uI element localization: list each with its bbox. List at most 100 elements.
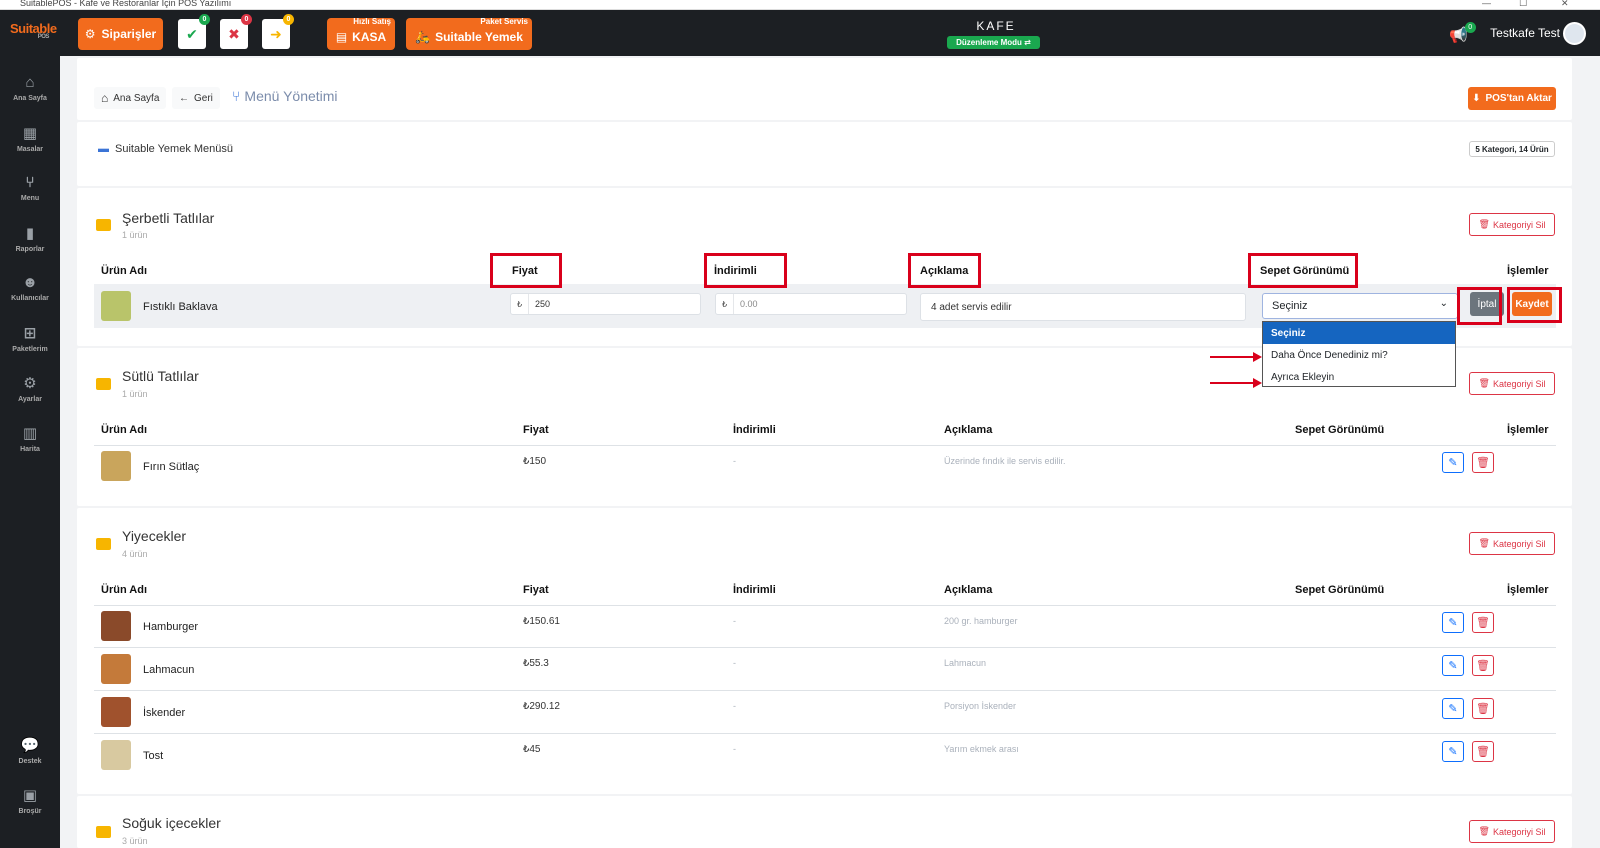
approved-orders-button[interactable]: ✔ 0 <box>178 14 210 49</box>
table-icon: ▦ <box>22 125 38 142</box>
dropdown-option[interactable]: Seçiniz <box>1263 322 1455 344</box>
avatar[interactable] <box>1563 22 1586 45</box>
cancelled-count-badge: 0 <box>241 14 252 25</box>
product-price: ₺45 <box>523 744 541 755</box>
product-price: ₺150.61 <box>523 616 560 627</box>
delivery-button[interactable]: Paket Servis 🛵 Suitable Yemek <box>406 17 532 50</box>
minimize-icon[interactable]: — <box>1482 0 1491 8</box>
home-icon: ⌂ <box>101 91 109 105</box>
megaphone-icon[interactable]: 📢 0 <box>1449 22 1476 44</box>
edit-button[interactable]: ✎ <box>1442 452 1464 473</box>
product-description: Üzerinde fındık ile servis edilir. <box>944 456 1066 466</box>
edit-button[interactable]: ✎ <box>1442 741 1464 762</box>
sidebar-item-tables[interactable]: ▦ Masalar <box>0 124 60 153</box>
col-price: Fiyat <box>523 584 549 596</box>
product-name: Fırın Sütlaç <box>143 461 200 473</box>
venue-name: KAFE <box>976 19 1016 33</box>
product-name: İskender <box>143 707 186 719</box>
store-icon: ▬ <box>98 143 109 155</box>
map-icon: ▥ <box>22 425 38 442</box>
arrow-left-icon: ← <box>179 92 189 104</box>
delete-button[interactable]: 🗑 <box>1472 698 1494 719</box>
trash-icon: 🗑 <box>1478 826 1490 836</box>
gears-icon: ⚙ <box>23 375 37 392</box>
product-description: 200 gr. hamburger <box>944 616 1018 626</box>
col-description: Açıklama <box>944 424 993 436</box>
description-input[interactable]: 4 adet servis edilir <box>920 293 1246 321</box>
product-price: ₺290.12 <box>523 701 560 712</box>
sidebar-item-reports[interactable]: ▮ Raporlar <box>0 224 60 253</box>
discounted-price-input[interactable]: ₺ 0.00 <box>715 293 907 315</box>
trash-icon: 🗑 <box>1476 617 1490 629</box>
product-name: Hamburger <box>143 621 199 633</box>
col-name: Ürün Adı <box>101 265 148 277</box>
cutlery-icon: ⑂ <box>232 88 241 104</box>
basket-view-select[interactable]: Seçiniz ⌄ <box>1262 293 1458 319</box>
sidebar-item-menu[interactable]: ⑂ Menu <box>0 174 60 202</box>
pos-transfer-button[interactable]: ⬇ POS'tan Aktar <box>1468 87 1556 110</box>
delete-category-button[interactable]: 🗑 Kategoriyi Sil <box>1469 820 1555 843</box>
delete-category-button[interactable]: 🗑 Kategoriyi Sil <box>1469 213 1555 236</box>
price-input[interactable]: ₺ 250 <box>510 293 701 315</box>
users-icon: ☻ <box>22 274 38 291</box>
user-name[interactable]: Testkafe Test <box>1490 26 1560 40</box>
sidebar-item-brochure[interactable]: ▣ Broşür <box>0 786 60 815</box>
annotation-box <box>1248 253 1358 288</box>
sidebar-item-users[interactable]: ☻ Kullanıcılar <box>0 274 60 302</box>
category-title: Şerbetli Tatlılar <box>122 210 215 226</box>
dropdown-option[interactable]: Ayrıca Ekleyin <box>1263 366 1455 388</box>
home-icon: ⌂ <box>25 74 35 91</box>
quick-sale-button[interactable]: Hızlı Satış ▤ KASA <box>327 17 395 50</box>
sidebar-item-settings[interactable]: ⚙ Ayarlar <box>0 374 60 403</box>
sidebar-item-home[interactable]: ⌂ Ana Sayfa <box>0 74 60 102</box>
trash-icon: 🗑 <box>1476 746 1490 758</box>
annotation-arrow <box>1210 352 1262 362</box>
product-discounted: - <box>733 456 736 466</box>
orders-button[interactable]: ⚙ Siparişler <box>78 18 163 50</box>
trash-icon: 🗑 <box>1478 538 1490 548</box>
category-title: Soğuk içecekler <box>122 815 221 831</box>
col-discounted: İndirimli <box>733 584 776 596</box>
category-count: 1 ürün <box>122 230 148 240</box>
product-discounted: - <box>733 616 736 626</box>
cancelled-orders-button[interactable]: ✖ 0 <box>220 14 252 49</box>
cash-register-icon: ▤ <box>335 30 348 44</box>
maximize-icon[interactable]: ☐ <box>1519 0 1527 8</box>
col-actions: İşlemler <box>1507 424 1549 436</box>
sidebar-item-map[interactable]: ▥ Harita <box>0 424 60 453</box>
close-icon[interactable]: ✕ <box>1561 0 1569 8</box>
report-icon: ▮ <box>25 225 35 242</box>
summary-badge: 5 Kategori, 14 Ürün <box>1469 141 1555 157</box>
edit-button[interactable]: ✎ <box>1442 698 1464 719</box>
delete-button[interactable]: 🗑 <box>1472 452 1494 473</box>
product-discounted: - <box>733 744 736 754</box>
back-button[interactable]: ← Geri <box>172 87 220 109</box>
sidebar-item-support[interactable]: 💬 Destek <box>0 736 60 765</box>
sidebar-item-packages[interactable]: ⊞ Paketlerim <box>0 324 60 353</box>
delete-button[interactable]: 🗑 <box>1472 655 1494 676</box>
delete-button[interactable]: 🗑 <box>1472 741 1494 762</box>
edit-mode-toggle[interactable]: Düzenleme Modu ⇄ <box>947 36 1040 49</box>
col-discounted: İndirimli <box>733 424 776 436</box>
pending-orders-button[interactable]: ➜ 0 <box>262 14 294 49</box>
product-description: Porsiyon İskender <box>944 701 1017 711</box>
col-basket-view: Sepet Görünümü <box>1295 424 1385 436</box>
divider <box>94 733 1556 734</box>
dropdown-option[interactable]: Daha Önce Denediniz mi? <box>1263 344 1455 366</box>
chat-icon: 💬 <box>20 737 40 754</box>
product-image <box>101 291 131 321</box>
app-logo[interactable]: Suitable POS <box>10 21 57 40</box>
category-title: Yiyecekler <box>122 528 187 544</box>
product-image <box>101 697 131 727</box>
edit-button[interactable]: ✎ <box>1442 612 1464 633</box>
category-title: Sütlü Tatlılar <box>122 368 199 384</box>
breadcrumb-home[interactable]: ⌂ Ana Sayfa <box>94 87 167 109</box>
annotation-arrow <box>1210 378 1262 388</box>
edit-icon: ✎ <box>1448 617 1458 629</box>
delete-button[interactable]: 🗑 <box>1472 612 1494 633</box>
delete-category-button[interactable]: 🗑 Kategoriyi Sil <box>1469 372 1555 395</box>
folder-icon <box>96 219 111 231</box>
delete-category-button[interactable]: 🗑 Kategoriyi Sil <box>1469 532 1555 555</box>
window-titlebar: SuitablePOS - Kafe ve Restoranlar İçin P… <box>0 0 1600 10</box>
edit-button[interactable]: ✎ <box>1442 655 1464 676</box>
